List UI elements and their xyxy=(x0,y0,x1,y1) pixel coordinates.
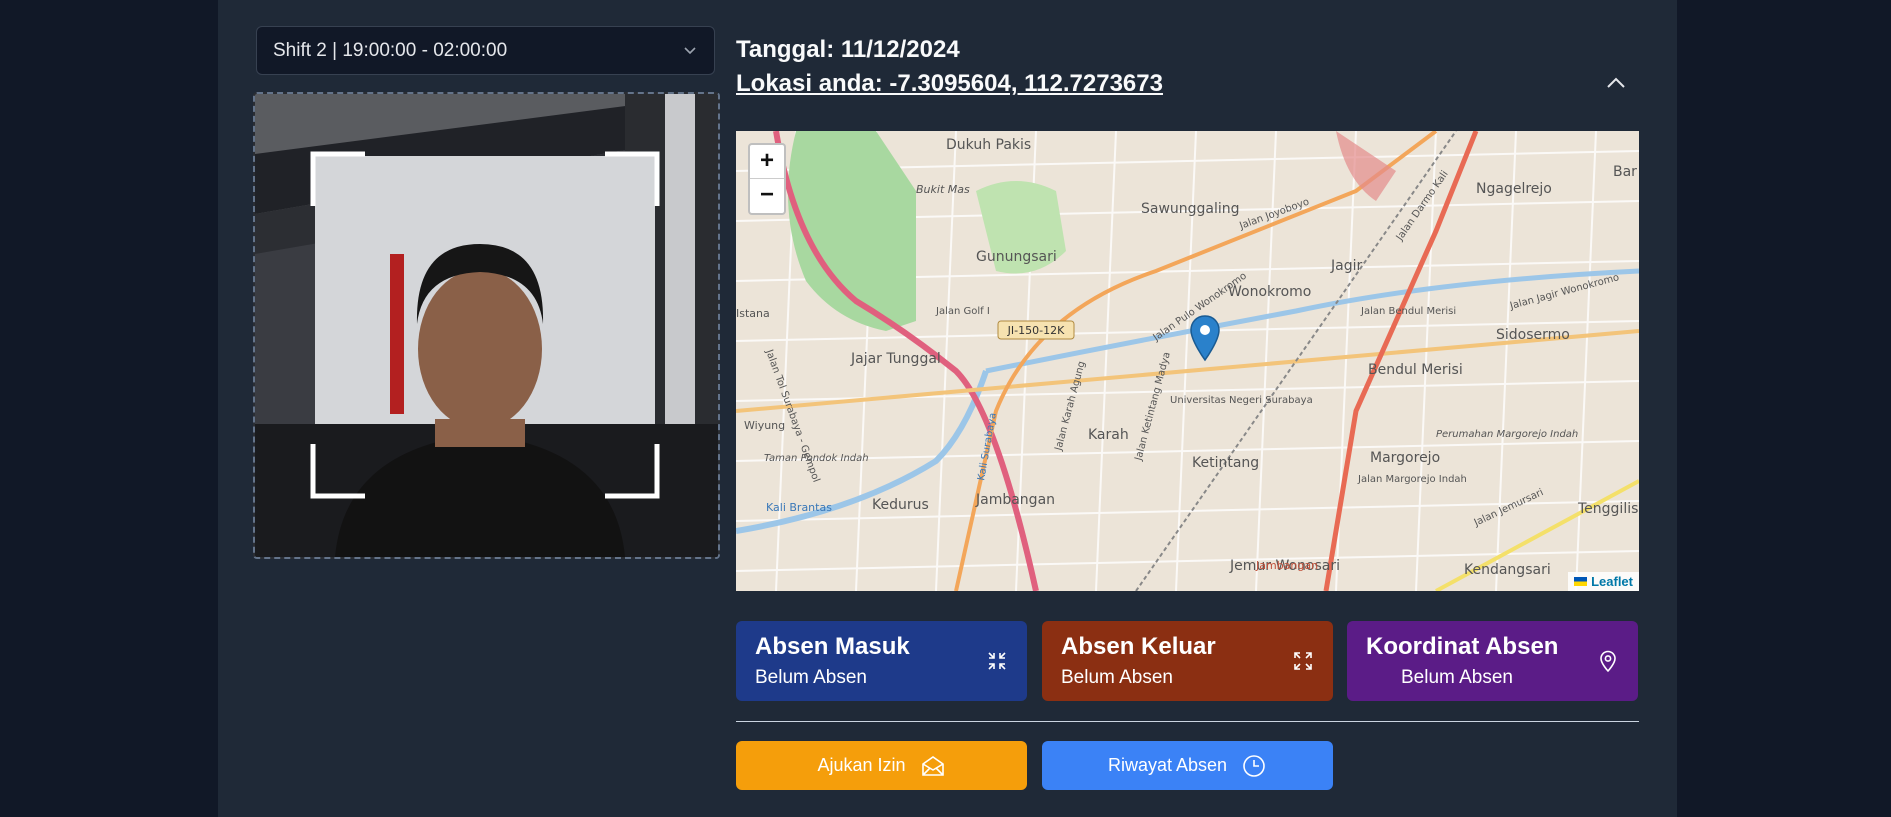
location-pin-icon xyxy=(1600,650,1616,673)
absen-masuk-card[interactable]: Absen Masuk Belum Absen xyxy=(736,621,1027,701)
map-label: Jalan Golf I xyxy=(935,306,990,317)
card-status: Belum Absen xyxy=(1061,667,1173,688)
map-label: Wonokromo xyxy=(1228,284,1311,300)
map-label: Taman Pondok Indah xyxy=(764,453,869,464)
card-title: Absen Masuk xyxy=(755,633,910,660)
map-label: Sidosermo xyxy=(1496,327,1570,343)
ajukan-izin-button[interactable]: Ajukan Izin xyxy=(736,741,1027,790)
map-label: Jambangan xyxy=(975,492,1055,508)
map-tiles: Dukuh Pakis Bukit Mas Gunungsari Sawungg… xyxy=(736,131,1639,591)
chevron-down-icon xyxy=(684,47,696,55)
map-label: Istana xyxy=(736,307,770,320)
expand-icon xyxy=(1294,652,1312,670)
card-title: Koordinat Absen xyxy=(1366,633,1559,660)
map-attribution[interactable]: Leaflet xyxy=(1568,572,1639,591)
map-label: Jalan Bendul Merisi xyxy=(1360,306,1456,317)
map-label: Dukuh Pakis xyxy=(946,137,1031,153)
map-label: Kedurus xyxy=(872,497,929,513)
shift-select-value: Shift 2 | 19:00:00 - 02:00:00 xyxy=(273,39,508,61)
envelope-open-icon xyxy=(921,755,944,776)
map-label: Jalan Margorejo Indah xyxy=(1357,474,1467,485)
map-label: Jagir xyxy=(1330,258,1362,274)
card-status: Belum Absen xyxy=(1401,667,1513,688)
koordinat-absen-card[interactable]: Koordinat Absen Belum Absen xyxy=(1347,621,1638,701)
map-label: Margorejo xyxy=(1370,450,1440,466)
camera-preview xyxy=(253,92,720,559)
zoom-control: + − xyxy=(748,143,786,215)
road-shield: JI-150-12K xyxy=(997,320,1075,340)
camera-frame xyxy=(255,94,718,557)
map-label: Jambangan xyxy=(1255,559,1318,572)
map-label: Universitas Negeri Surabaya xyxy=(1170,395,1313,406)
attendance-date: Tanggal: 11/12/2024 xyxy=(736,36,960,63)
map-label: Bendul Merisi xyxy=(1368,362,1463,378)
location-link[interactable]: Lokasi anda: -7.3095604, 112.7273673 xyxy=(736,70,1163,98)
map-label: Wiyung xyxy=(744,419,785,432)
clock-icon xyxy=(1243,754,1265,777)
absen-keluar-card[interactable]: Absen Keluar Belum Absen xyxy=(1042,621,1333,701)
map-label: Ketintang xyxy=(1192,455,1259,471)
leaflet-link[interactable]: Leaflet xyxy=(1591,574,1633,589)
shift-select[interactable]: Shift 2 | 19:00:00 - 02:00:00 xyxy=(256,26,715,75)
shrink-icon xyxy=(988,652,1006,670)
map-label: Bukit Mas xyxy=(916,183,970,196)
map-label: Karah xyxy=(1088,427,1129,443)
map-pin-icon[interactable] xyxy=(1189,314,1221,364)
riwayat-absen-button[interactable]: Riwayat Absen xyxy=(1042,741,1333,790)
map-label: Gunungsari xyxy=(976,249,1057,265)
map-label: Kendangsari xyxy=(1464,562,1551,578)
button-label: Ajukan Izin xyxy=(817,755,906,775)
map-label: Ngagelrejo xyxy=(1476,181,1552,197)
map-label: Bar xyxy=(1613,164,1637,180)
location-map[interactable]: Dukuh Pakis Bukit Mas Gunungsari Sawungg… xyxy=(736,131,1639,591)
card-status: Belum Absen xyxy=(755,667,867,688)
map-label: Kali Brantas xyxy=(766,501,832,514)
divider xyxy=(736,721,1639,722)
button-label: Riwayat Absen xyxy=(1107,755,1228,775)
map-label: Perumahan Margorejo Indah xyxy=(1436,429,1578,440)
card-title: Absen Keluar xyxy=(1061,633,1216,660)
map-label: Tenggilis M xyxy=(1577,501,1639,517)
map-label: Jajar Tunggal xyxy=(850,351,941,367)
zoom-out-button[interactable]: − xyxy=(750,179,784,213)
svg-text:JI-150-12K: JI-150-12K xyxy=(1007,324,1065,337)
zoom-in-button[interactable]: + xyxy=(750,145,784,179)
chevron-up-icon[interactable] xyxy=(1603,72,1629,94)
map-label: Sawunggaling xyxy=(1141,201,1240,217)
ukraine-flag-icon xyxy=(1574,577,1588,586)
